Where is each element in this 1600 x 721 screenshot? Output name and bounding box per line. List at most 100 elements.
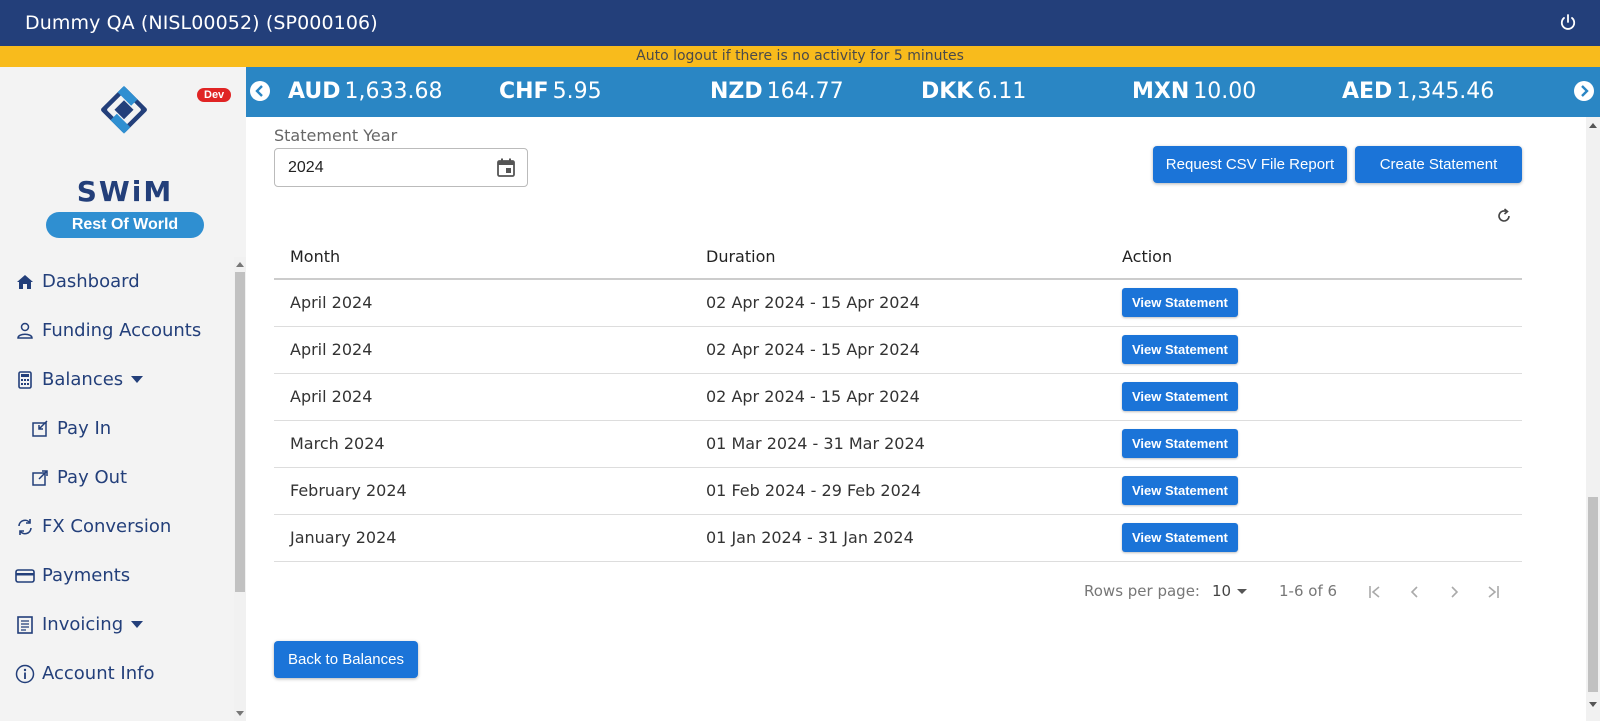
scroll-up-icon[interactable] — [236, 262, 244, 267]
table-row: April 2024 02 Apr 2024 - 15 Apr 2024 Vie… — [274, 279, 1522, 327]
sidebar-item-payments[interactable]: Payments — [0, 551, 234, 600]
view-statement-button[interactable]: View Statement — [1122, 288, 1238, 318]
statement-year-input[interactable]: 2024 — [274, 148, 528, 187]
action-cell: View Statement — [1106, 326, 1522, 374]
duration-cell: 01 Feb 2024 - 29 Feb 2024 — [690, 467, 1106, 515]
statements-panel: Statement Year 2024 Request CSV File Rep… — [246, 117, 1586, 721]
currency-ticker: AUD 1,633.68 CHF 5.95 NZD 164.77 DKK 6.11 MX… — [246, 67, 1600, 117]
chevron-right-icon — [1581, 85, 1589, 97]
view-statement-button[interactable]: View Statement — [1122, 382, 1238, 411]
sidebar-item-balances[interactable]: Balances — [0, 355, 234, 404]
month-cell: January 2024 — [274, 514, 690, 562]
sidebar-item-pay-in[interactable]: Pay In — [0, 404, 234, 453]
column-header-duration[interactable]: Duration — [690, 234, 1106, 280]
view-statement-button[interactable]: View Statement — [1122, 476, 1238, 505]
duration-cell: 02 Apr 2024 - 15 Apr 2024 — [690, 373, 1106, 421]
sidebar-item-label: Invoicing — [42, 614, 124, 635]
prev-page-icon[interactable] — [1406, 583, 1424, 601]
scroll-up-icon[interactable] — [1589, 123, 1597, 128]
dev-badge: Dev — [197, 88, 232, 102]
action-cell: View Statement — [1106, 279, 1522, 327]
sidebar: Dev SWiM PAY Rest Of World Dashboard Fun… — [0, 67, 246, 721]
card-icon — [15, 566, 35, 586]
sidebar-item-pay-out[interactable]: Pay Out — [0, 453, 234, 502]
info-icon — [15, 664, 35, 684]
table-row: January 2024 01 Jan 2024 - 31 Jan 2024 V… — [274, 514, 1522, 562]
sidebar-item-label: Pay Out — [57, 467, 128, 488]
chevron-left-icon — [255, 85, 263, 97]
ticker-next-button[interactable] — [1574, 81, 1594, 101]
duration-cell: 01 Mar 2024 - 31 Mar 2024 — [690, 420, 1106, 468]
auto-logout-notice: Auto logout if there is no activity for … — [0, 46, 1600, 67]
fx-icon — [15, 517, 35, 537]
ticker-item-aed: AED 1,345.46 — [1342, 79, 1495, 104]
page-range: 1-6 of 6 — [1279, 582, 1338, 600]
power-icon[interactable] — [1558, 13, 1578, 33]
sidebar-item-funding-accounts[interactable]: Funding Accounts — [0, 306, 234, 355]
view-statement-button[interactable]: View Statement — [1122, 523, 1238, 552]
month-cell: April 2024 — [274, 326, 690, 374]
calendar-icon[interactable] — [495, 157, 517, 179]
scroll-down-icon[interactable] — [236, 711, 244, 716]
ticker-item-mxn: MXN 10.00 — [1132, 79, 1257, 104]
sidebar-scrollbar[interactable] — [234, 257, 246, 721]
create-statement-button[interactable]: Create Statement — [1355, 146, 1522, 183]
request-csv-button[interactable]: Request CSV File Report — [1153, 146, 1347, 183]
statements-table: Month Duration Action April 2024 02 Apr … — [274, 234, 1522, 562]
sidebar-item-label: Balances — [42, 369, 124, 390]
sidebar-item-dashboard[interactable]: Dashboard — [0, 257, 234, 306]
scroll-down-icon[interactable] — [1589, 702, 1597, 707]
action-cell: View Statement — [1106, 514, 1522, 562]
rows-per-page-select[interactable]: 10 — [1212, 582, 1231, 600]
pay-out-icon — [30, 468, 50, 488]
view-statement-button[interactable]: View Statement — [1122, 429, 1238, 458]
action-cell: View Statement — [1106, 467, 1522, 515]
sidebar-item-label: Funding Accounts — [42, 320, 202, 341]
table-header-row: Month Duration Action — [274, 234, 1522, 280]
back-to-balances-button[interactable]: Back to Balances — [274, 641, 418, 678]
statement-year-label: Statement Year — [274, 126, 398, 145]
sidebar-item-label: Pay In — [57, 418, 112, 439]
main-scrollbar[interactable] — [1586, 117, 1600, 721]
chevron-down-icon — [131, 376, 144, 383]
sidebar-item-invoicing[interactable]: Invoicing — [0, 600, 234, 649]
refresh-icon[interactable] — [1495, 207, 1513, 225]
next-page-icon[interactable] — [1445, 583, 1463, 601]
pay-in-icon — [30, 419, 50, 439]
scroll-thumb[interactable] — [1588, 497, 1598, 692]
table-row: March 2024 01 Mar 2024 - 31 Mar 2024 Vie… — [274, 420, 1522, 468]
calculator-icon — [15, 370, 35, 390]
column-header-action: Action — [1106, 234, 1522, 280]
table-row: April 2024 02 Apr 2024 - 15 Apr 2024 Vie… — [274, 373, 1522, 421]
sidebar-item-label: Account Info — [42, 663, 155, 684]
sidebar-item-label: Dashboard — [42, 271, 140, 292]
action-cell: View Statement — [1106, 373, 1522, 421]
region-pill: Rest Of World — [46, 212, 204, 238]
account-title: Dummy QA (NISL00052) (SP000106) — [25, 12, 378, 34]
home-icon — [15, 272, 35, 292]
sidebar-item-account-info[interactable]: Account Info — [0, 649, 234, 698]
top-bar: Dummy QA (NISL00052) (SP000106) — [0, 0, 1600, 46]
table-row: February 2024 01 Feb 2024 - 29 Feb 2024 … — [274, 467, 1522, 515]
ticker-prev-button[interactable] — [250, 81, 270, 101]
user-icon — [15, 321, 35, 341]
ticker-item-nzd: NZD 164.77 — [710, 79, 844, 104]
ticker-item-aud: AUD 1,633.68 — [288, 79, 443, 104]
chevron-down-icon[interactable] — [1237, 589, 1247, 594]
invoice-icon — [15, 615, 35, 635]
table-row: April 2024 02 Apr 2024 - 15 Apr 2024 Vie… — [274, 326, 1522, 374]
ticker-item-dkk: DKK 6.11 — [921, 79, 1027, 104]
last-page-icon[interactable] — [1484, 583, 1502, 601]
rows-per-page-label: Rows per page: — [1084, 582, 1200, 600]
sidebar-item-label: Payments — [42, 565, 131, 586]
sidebar-item-fx-conversion[interactable]: FX Conversion — [0, 502, 234, 551]
column-header-month[interactable]: Month — [274, 234, 690, 280]
month-cell: February 2024 — [274, 467, 690, 515]
scroll-thumb[interactable] — [235, 272, 245, 592]
statement-year-value: 2024 — [288, 159, 324, 176]
first-page-icon[interactable] — [1366, 583, 1384, 601]
chevron-down-icon — [131, 621, 144, 628]
duration-cell: 01 Jan 2024 - 31 Jan 2024 — [690, 514, 1106, 562]
month-cell: April 2024 — [274, 373, 690, 421]
view-statement-button[interactable]: View Statement — [1122, 335, 1238, 364]
